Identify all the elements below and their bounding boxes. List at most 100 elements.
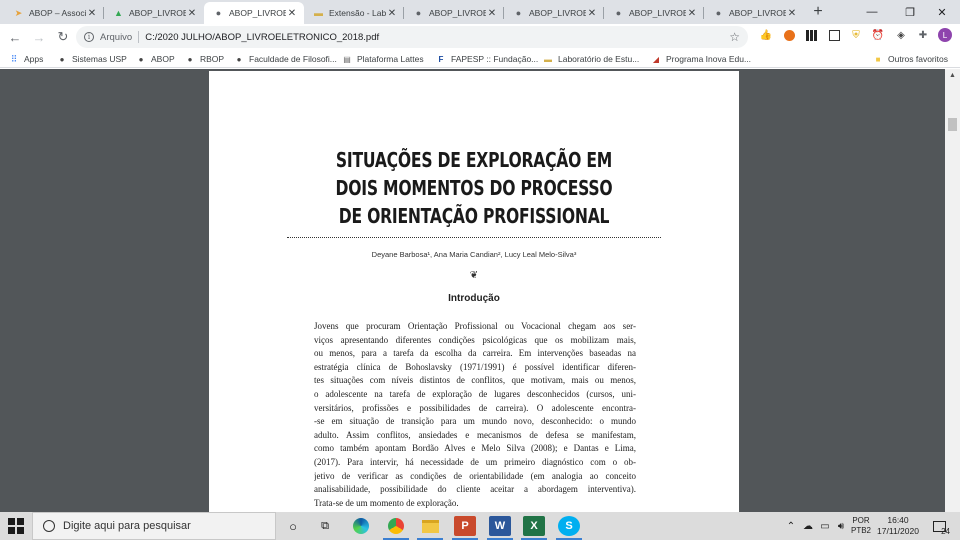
tab-title: ABOP_LIVROEL	[229, 8, 286, 18]
search-placeholder: Digite aqui para pesquisar	[63, 520, 191, 532]
globe-icon: ●	[515, 8, 522, 18]
pdf-viewer[interactable]: SITUAÇÕES DE EXPLORAÇÃO EM DOIS MOMENTOS…	[0, 69, 960, 512]
grid-extension-icon[interactable]	[803, 27, 819, 43]
tab-title: ABOP – Associ	[29, 8, 86, 18]
alarm-extension-icon[interactable]: ⏰	[870, 27, 886, 43]
tab-title: Extensão - Lab	[329, 8, 386, 18]
globe-icon: ●	[236, 54, 242, 64]
tab-extensao-lab[interactable]: ▬ Extensão - Lab ✕	[304, 2, 404, 24]
card-icon: ▬	[544, 54, 552, 64]
body-line: versitários, profissões e possibilidades…	[314, 402, 636, 413]
close-icon[interactable]: ✕	[586, 8, 598, 19]
tab-title: ABOP_LIVROEL	[729, 8, 786, 18]
title-divider	[287, 237, 661, 238]
edge-icon[interactable]	[350, 516, 372, 536]
bookmark-outros-favoritos[interactable]: ■ Outros favoritos	[873, 52, 948, 66]
tab-abop-livro[interactable]: ● ABOP_LIVROEL ✕	[704, 2, 804, 24]
windows-start-icon[interactable]	[8, 518, 24, 534]
tab-abop-livro[interactable]: ● ABOP_LIVROEL ✕	[404, 2, 504, 24]
google-drive-icon: ▲	[114, 8, 123, 18]
globe-icon: ●	[59, 54, 65, 64]
bookmark-rbop[interactable]: ● RBOP	[185, 52, 225, 66]
bookmark-star-icon[interactable]: ☆	[729, 30, 740, 44]
globe-icon: ●	[415, 8, 422, 18]
shield-extension-icon[interactable]: ⛨	[848, 27, 864, 43]
back-button[interactable]: ←	[4, 26, 26, 48]
thumbs-up-extension-icon[interactable]: 👍	[758, 27, 774, 43]
tab-title: ABOP_LIVROEL	[629, 8, 686, 18]
close-window-button[interactable]: ✕	[922, 0, 960, 24]
new-tab-button[interactable]: +	[806, 1, 830, 23]
address-url[interactable]: C:/2020 JULHO/ABOP_LIVROELETRONICO_2018.…	[145, 32, 379, 43]
chrome-icon[interactable]	[385, 516, 407, 536]
extension-orange-icon[interactable]	[781, 27, 797, 43]
scroll-thumb[interactable]	[948, 118, 957, 131]
close-icon[interactable]: ✕	[386, 8, 398, 19]
powerpoint-icon[interactable]: P	[454, 516, 476, 536]
close-icon[interactable]: ✕	[186, 8, 198, 19]
globe-icon: ●	[715, 8, 722, 18]
bookmark-faculdade[interactable]: ● Faculdade de Filosofi...	[234, 52, 337, 66]
vertical-scrollbar[interactable]: ▲	[945, 69, 960, 512]
address-bar[interactable]: i Arquivo C:/2020 JULHO/ABOP_LIVROELETRO…	[76, 26, 748, 48]
info-icon[interactable]: i	[84, 32, 94, 42]
inova-icon: ◢	[652, 54, 660, 64]
close-icon[interactable]: ✕	[786, 8, 798, 19]
tab-abop-livro-active[interactable]: ● ABOP_LIVROEL ✕	[204, 2, 304, 24]
tab-title: ABOP_LIVROEL	[429, 8, 486, 18]
bookmark-abop[interactable]: ● ABOP	[136, 52, 175, 66]
chevron-up-icon[interactable]: ⌃	[784, 512, 798, 540]
close-icon[interactable]: ✕	[286, 8, 298, 19]
close-icon[interactable]: ✕	[686, 8, 698, 19]
bookmark-sistemas-usp[interactable]: ● Sistemas USP	[57, 52, 127, 66]
bookmark-inova[interactable]: ◢ Programa Inova Edu...	[651, 52, 751, 66]
body-line: o adolescente na tarefa de exploração de…	[314, 388, 636, 399]
taskbar-search-box[interactable]: Digite aqui para pesquisar	[32, 512, 276, 540]
cortana-icon[interactable]: ○	[282, 516, 304, 536]
bookmark-fapesp[interactable]: F FAPESP :: Fundação...	[436, 52, 539, 66]
puzzle-extensions-icon[interactable]: ✚	[915, 27, 931, 43]
profile-avatar[interactable]: L	[937, 27, 953, 43]
tab-abop-livro-drive[interactable]: ▲ ABOP_LIVROEL ✕	[104, 2, 204, 24]
body-line: tes situações com níveis distintos de co…	[314, 375, 636, 386]
language-indicator[interactable]: POR PTB2	[850, 512, 872, 540]
volume-icon[interactable]: 🔊︎	[834, 512, 848, 540]
excel-icon[interactable]: X	[523, 516, 545, 536]
reload-button[interactable]: ↻	[52, 26, 74, 48]
cloud-icon[interactable]: ☁	[801, 512, 815, 540]
close-icon[interactable]: ✕	[86, 8, 98, 19]
ornament-icon: ❦	[469, 270, 479, 281]
file-explorer-icon[interactable]	[419, 516, 441, 536]
skype-icon[interactable]: S	[558, 516, 580, 536]
tab-abop-associacao[interactable]: ➤ ABOP – Associ ✕	[4, 2, 104, 24]
scroll-up-icon[interactable]: ▲	[945, 69, 960, 83]
tab-title: ABOP_LIVROEL	[529, 8, 586, 18]
lattes-icon: ▤	[343, 54, 351, 64]
globe-icon: ●	[138, 54, 144, 64]
word-icon[interactable]: W	[489, 516, 511, 536]
tab-abop-livro[interactable]: ● ABOP_LIVROEL ✕	[604, 2, 704, 24]
tab-abop-livro[interactable]: ● ABOP_LIVROEL ✕	[504, 2, 604, 24]
bookmark-lattes[interactable]: ▤ Plataforma Lattes	[342, 52, 423, 66]
body-line: -se em situação de transição para um mun…	[314, 416, 636, 427]
body-line: analisabilidade, possibilidade do client…	[314, 484, 636, 495]
browser-toolbar: ← → ↻ i Arquivo C:/2020 JULHO/ABOP_LIVRO…	[0, 24, 960, 50]
paint-extension-icon[interactable]: ◈	[893, 27, 909, 43]
close-icon[interactable]: ✕	[486, 8, 498, 19]
minimize-button[interactable]: —	[852, 0, 892, 24]
body-line: ou menos, para a tarefa da escolha da ca…	[314, 348, 636, 359]
system-clock[interactable]: 16:40 17/11/2020	[874, 515, 922, 537]
task-view-icon[interactable]: ⧉	[314, 516, 336, 536]
notification-center-icon[interactable]: 24	[928, 512, 950, 540]
bookmark-laboratorio[interactable]: ▬ Laboratório de Estu...	[543, 52, 639, 66]
windows-taskbar: Digite aqui para pesquisar ○ ⧉ P W X S ⌃…	[0, 512, 960, 540]
tab-strip: ➤ ABOP – Associ ✕ ▲ ABOP_LIVROEL ✕ ● ABO…	[0, 0, 960, 24]
body-line: jetivo de verificar as condições de orie…	[314, 470, 636, 481]
forward-button[interactable]: →	[28, 26, 50, 48]
folder-icon: ■	[875, 54, 881, 64]
body-line: Trata-se de um momento de exploração.	[314, 497, 459, 508]
body-line: Jovens que procuram Orientação Profissio…	[314, 321, 636, 331]
network-icon[interactable]: ▭	[818, 512, 832, 540]
bookmark-apps[interactable]: ⠿ Apps	[9, 52, 44, 66]
calendar-extension-icon[interactable]	[826, 27, 842, 43]
